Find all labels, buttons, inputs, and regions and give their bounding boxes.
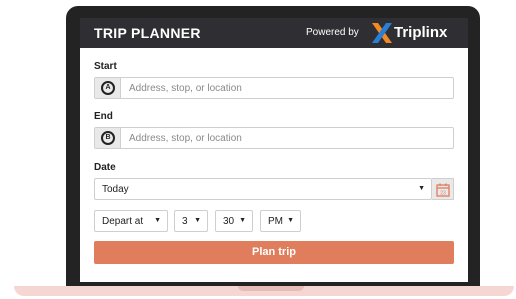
chevron-down-icon: ▼ [418, 185, 425, 192]
start-field[interactable]: A Address, stop, or location [94, 77, 454, 99]
chevron-down-icon: ▼ [154, 217, 161, 224]
calendar-icon: 23 [436, 183, 450, 197]
start-label: Start [94, 61, 117, 72]
plan-trip-button[interactable]: Plan trip [94, 241, 454, 264]
pin-b-icon: B [101, 131, 115, 145]
start-placeholder: Address, stop, or location [129, 83, 242, 94]
ampm-value: PM [268, 216, 283, 227]
minute-value: 30 [223, 216, 235, 227]
laptop-frame: TRIP PLANNER Powered by Triplinx Start A… [0, 0, 516, 299]
hour-value: 3 [182, 216, 188, 227]
triplinx-logo-icon [372, 23, 392, 43]
end-placeholder: Address, stop, or location [129, 133, 242, 144]
hour-select[interactable]: 3 ▼ [174, 210, 208, 232]
end-field[interactable]: B Address, stop, or location [94, 127, 454, 149]
chevron-down-icon: ▼ [287, 217, 294, 224]
ampm-select[interactable]: PM ▼ [260, 210, 301, 232]
start-pin-box: A [95, 78, 121, 98]
widget-title: TRIP PLANNER [94, 25, 201, 41]
calendar-button[interactable]: 23 [432, 178, 454, 200]
depart-mode-select[interactable]: Depart at ▼ [94, 210, 168, 232]
trip-planner-widget: TRIP PLANNER Powered by Triplinx Start A… [80, 18, 468, 282]
laptop-notch [238, 286, 304, 291]
chevron-down-icon: ▼ [239, 217, 246, 224]
end-label: End [94, 111, 113, 122]
minute-select[interactable]: 30 ▼ [215, 210, 253, 232]
widget-header: TRIP PLANNER Powered by Triplinx [80, 18, 468, 48]
depart-mode-value: Depart at [102, 216, 144, 227]
date-select[interactable]: Today ▼ [94, 178, 432, 200]
date-select-value: Today [102, 184, 129, 195]
calendar-day-text: 23 [440, 191, 446, 197]
pin-a-icon: A [101, 81, 115, 95]
brand-name: Triplinx [394, 24, 448, 41]
end-pin-box: B [95, 128, 121, 148]
chevron-down-icon: ▼ [194, 217, 201, 224]
date-label: Date [94, 162, 116, 173]
powered-by-label: Powered by [306, 27, 359, 38]
